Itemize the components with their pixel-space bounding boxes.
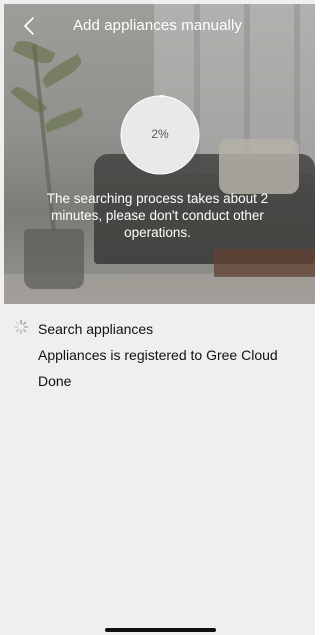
step-label: Appliances is registered to Gree Cloud: [38, 347, 278, 363]
search-message: The searching process takes about 2 minu…: [46, 191, 269, 240]
step-search-appliances: Search appliances: [0, 315, 315, 341]
header-bar: Add appliances manually: [0, 4, 315, 48]
home-indicator[interactable]: [105, 628, 216, 632]
step-done: Done: [0, 367, 315, 393]
step-label: Done: [38, 373, 72, 389]
progress-percent: 2%: [151, 127, 169, 141]
spinner-icon: [13, 319, 29, 335]
page-title: Add appliances manually: [72, 17, 243, 34]
step-register-cloud: Appliances is registered to Gree Cloud: [0, 341, 315, 367]
steps-list: Search appliances Appliances is register…: [0, 315, 315, 393]
add-appliances-screen: Add appliances manually 2% The searching…: [0, 0, 315, 635]
step-label: Search appliances: [38, 321, 154, 337]
search-progress-indicator: 2%: [120, 95, 200, 175]
